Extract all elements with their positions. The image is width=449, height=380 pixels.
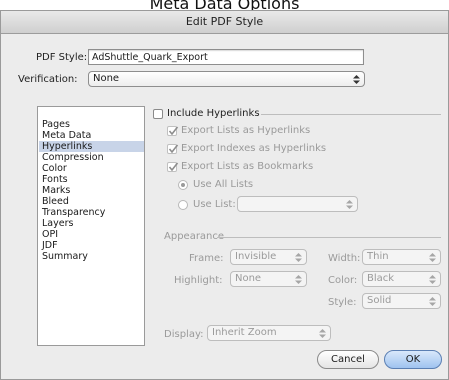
sidebar-item-layers[interactable]: Layers [39, 218, 144, 229]
sidebar-item-transparency[interactable]: Transparency [39, 207, 144, 218]
width-value: Thin [367, 251, 389, 262]
cancel-button[interactable]: Cancel [317, 350, 379, 369]
updown-arrows-icon [319, 329, 326, 338]
export-lists-checkbox[interactable] [167, 126, 179, 136]
use-all-lists-radio[interactable] [178, 180, 188, 190]
display-value: Inherit Zoom [212, 327, 277, 338]
include-hyperlinks-label: Include Hyperlinks [167, 108, 260, 119]
updown-arrows-icon [353, 75, 360, 84]
pdf-settings-category-list: Pages Meta Data Hyperlinks Compression C… [37, 106, 145, 346]
sidebar-item-hyperlinks[interactable]: Hyperlinks [39, 141, 144, 152]
include-hyperlinks-checkbox[interactable] [153, 109, 163, 119]
style-popup[interactable]: Solid [362, 293, 441, 309]
checkmark-icon [168, 144, 179, 154]
export-indexes-label: Export Indexes as Hyperlinks [181, 143, 327, 154]
color-value: Black [367, 273, 395, 284]
checkmark-icon [168, 126, 179, 136]
highlight-value: None [235, 273, 262, 284]
sidebar-item-bleed[interactable]: Bleed [39, 196, 144, 207]
highlight-popup[interactable]: None [230, 271, 307, 287]
updown-arrows-icon [346, 200, 353, 209]
sidebar-item-compression[interactable]: Compression [39, 152, 144, 163]
width-label: Width: [328, 253, 361, 264]
sidebar-item-meta-data[interactable]: Meta Data [39, 130, 144, 141]
updown-arrows-icon [295, 253, 302, 262]
verification-label: Verification: [18, 74, 78, 85]
width-popup[interactable]: Thin [362, 249, 441, 265]
pdf-style-label: PDF Style: [36, 52, 88, 63]
dialog-title: Edit PDF Style [185, 15, 264, 28]
sidebar-item-jdf[interactable]: JDF [39, 240, 144, 251]
title-bar: Edit PDF Style [1, 11, 448, 34]
export-indexes-checkbox[interactable] [167, 144, 179, 154]
color-popup[interactable]: Black [362, 271, 441, 287]
checkmark-icon [168, 162, 179, 172]
sidebar-item-color[interactable]: Color [39, 163, 144, 174]
radio-selected-dot [181, 183, 185, 187]
verification-value: None [93, 73, 120, 84]
frame-label: Frame: [189, 253, 224, 264]
export-lists-label: Export Lists as Hyperlinks [181, 125, 311, 136]
use-list-radio[interactable] [178, 200, 188, 210]
include-hyperlinks-divider [261, 114, 441, 115]
sidebar-item-summary[interactable]: Summary [39, 251, 144, 262]
verification-popup[interactable]: None [88, 71, 365, 87]
export-bookmarks-label: Export Lists as Bookmarks [181, 161, 314, 172]
use-list-label: Use List: [193, 199, 236, 210]
updown-arrows-icon [429, 253, 436, 262]
color-label: Color: [328, 275, 358, 286]
sidebar-item-pages[interactable]: Pages [39, 119, 144, 130]
style-value: Solid [367, 295, 392, 306]
ok-button[interactable]: OK [384, 350, 442, 369]
sidebar-item-marks[interactable]: Marks [39, 185, 144, 196]
updown-arrows-icon [295, 275, 302, 284]
appearance-divider [217, 237, 441, 238]
highlight-label: Highlight: [174, 275, 223, 286]
updown-arrows-icon [429, 297, 436, 306]
sidebar-item-fonts[interactable]: Fonts [39, 174, 144, 185]
use-list-popup[interactable] [237, 196, 358, 212]
style-label: Style: [328, 297, 357, 308]
edit-pdf-style-dialog: Edit PDF Style PDF Style: AdShuttle_Quar… [0, 10, 449, 380]
export-bookmarks-checkbox[interactable] [167, 162, 179, 172]
pdf-style-input[interactable]: AdShuttle_Quark_Export [88, 49, 364, 65]
display-popup[interactable]: Inherit Zoom [207, 325, 331, 341]
appearance-heading: Appearance [164, 231, 225, 242]
use-all-lists-label: Use All Lists [193, 179, 254, 190]
display-label: Display: [164, 329, 204, 340]
frame-value: Invisible [235, 251, 277, 262]
sidebar-item-opi[interactable]: OPI [39, 229, 144, 240]
updown-arrows-icon [429, 275, 436, 284]
frame-popup[interactable]: Invisible [230, 249, 307, 265]
